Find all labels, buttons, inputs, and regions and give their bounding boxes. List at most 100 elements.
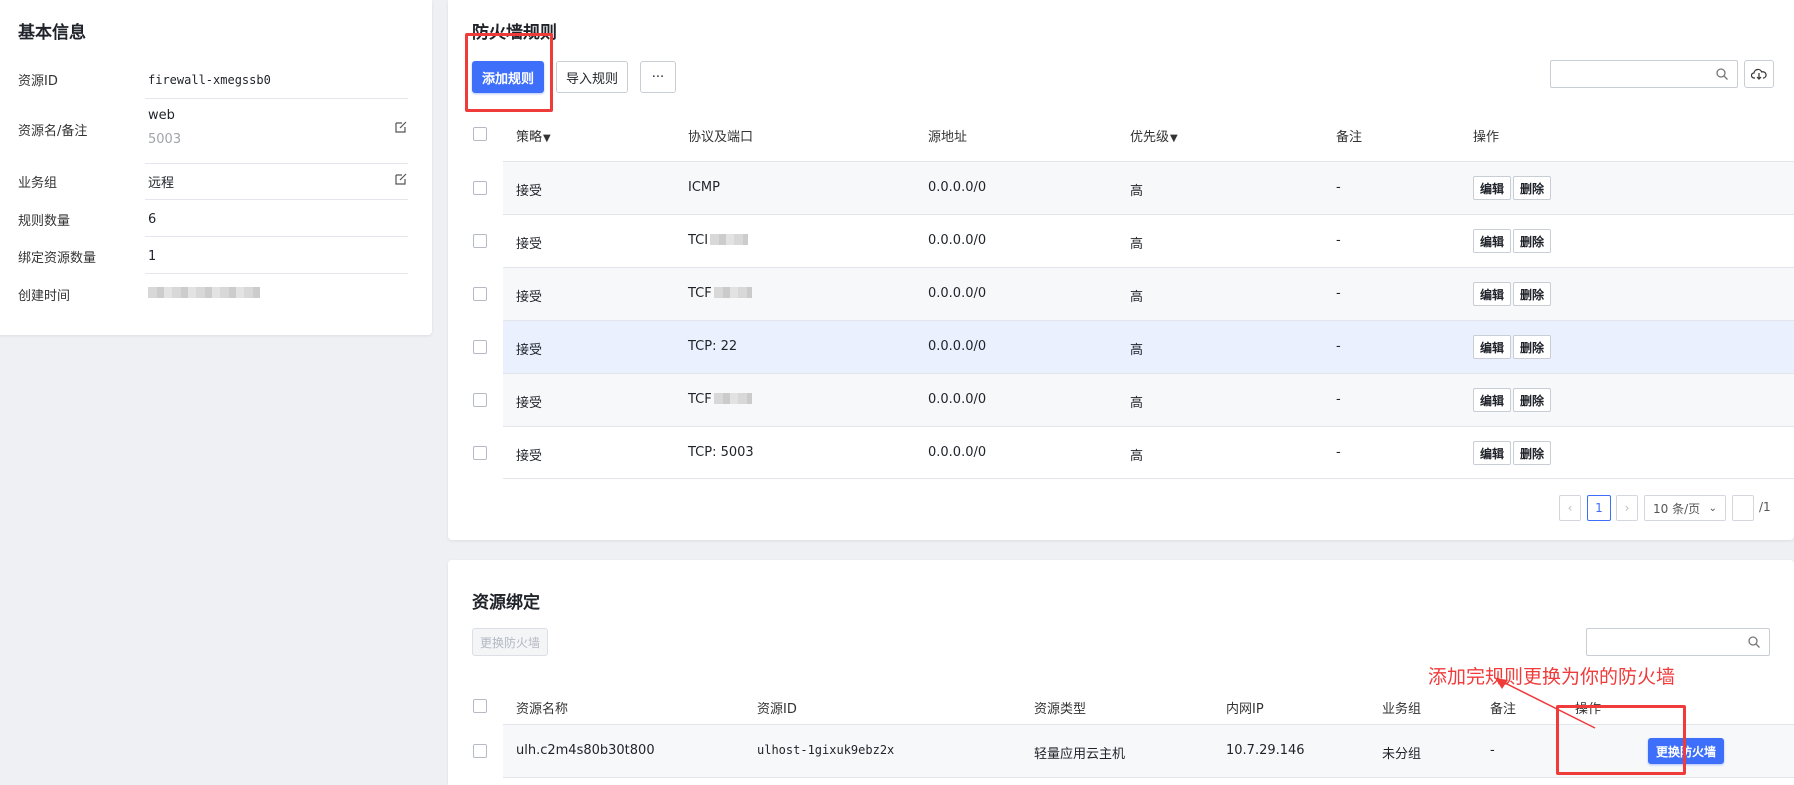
select-all-checkbox[interactable] bbox=[473, 699, 487, 713]
delete-rule-button[interactable]: 删除 bbox=[1513, 441, 1552, 465]
firewall-rules-card: 防火墙规则 添加规则 导入规则 ··· 策略▼ 协议及端口 源地址 优先级▼ 备… bbox=[448, 0, 1794, 540]
edit-rule-button[interactable]: 编辑 bbox=[1473, 335, 1512, 359]
col-private-ip: 内网IP bbox=[1226, 702, 1264, 717]
table-bottom-border bbox=[503, 478, 1794, 479]
col-policy[interactable]: 策略▼ bbox=[516, 126, 551, 145]
row-checkbox[interactable] bbox=[473, 446, 487, 460]
search-icon bbox=[1748, 636, 1760, 648]
basic-info-title: 基本信息 bbox=[18, 23, 86, 43]
rule-protocol-text: ICMP bbox=[688, 180, 720, 195]
divider bbox=[145, 98, 408, 99]
redacted-port bbox=[713, 287, 752, 298]
rule-note: - bbox=[1336, 392, 1341, 407]
rules-search-input[interactable] bbox=[1550, 60, 1738, 88]
row-checkbox[interactable] bbox=[473, 340, 487, 354]
col-resource-name: 资源名称 bbox=[516, 702, 569, 717]
change-firewall-button-disabled[interactable]: 更换防火墙 bbox=[472, 628, 548, 656]
info-row-resource-id: 资源ID firewall-xmegssb0 bbox=[18, 70, 408, 90]
delete-rule-button[interactable]: 删除 bbox=[1513, 282, 1552, 306]
col-protocol: 协议及端口 bbox=[688, 130, 754, 145]
info-value: 6 bbox=[148, 212, 157, 227]
col-priority[interactable]: 优先级▼ bbox=[1130, 126, 1178, 145]
next-page-button[interactable]: › bbox=[1616, 495, 1638, 521]
cloud-download-icon bbox=[1751, 68, 1767, 80]
search-icon bbox=[1716, 68, 1728, 80]
basic-info-card: 基本信息 资源ID firewall-xmegssb0 资源名/备注 web 5… bbox=[0, 0, 432, 335]
rule-protocol-text: TCI bbox=[688, 233, 709, 248]
info-key: 绑定资源数量 bbox=[18, 251, 97, 266]
divider bbox=[145, 273, 408, 274]
rule-protocol: TCP: 5003 bbox=[688, 445, 754, 460]
info-value-wrap: web 5003 bbox=[148, 108, 408, 147]
info-row-name: 资源名/备注 web 5003 bbox=[18, 108, 408, 148]
page-size-select[interactable]: 10 条/页 ⌄ bbox=[1644, 495, 1726, 521]
row-checkbox[interactable] bbox=[473, 744, 487, 758]
info-row-created: 创建时间 bbox=[18, 285, 408, 304]
edit-icon[interactable] bbox=[394, 120, 408, 134]
delete-rule-button[interactable]: 删除 bbox=[1513, 176, 1552, 200]
edit-icon[interactable] bbox=[394, 172, 408, 186]
info-value: web bbox=[148, 108, 175, 123]
col-source: 源地址 bbox=[928, 130, 968, 145]
rule-row: 接受 TCI 0.0.0.0/0 高 - 编辑 删除 bbox=[473, 214, 1794, 267]
change-firewall-button[interactable]: 更换防火墙 bbox=[1648, 738, 1724, 764]
info-row-group: 业务组 远程 bbox=[18, 172, 408, 191]
rule-protocol-text: TCP: 5003 bbox=[688, 445, 754, 460]
rule-note: - bbox=[1336, 286, 1341, 301]
delete-rule-button[interactable]: 删除 bbox=[1513, 388, 1552, 412]
rule-policy: 接受 bbox=[516, 237, 543, 252]
divider bbox=[145, 163, 408, 164]
col-group: 业务组 bbox=[1382, 702, 1422, 717]
rule-row: 接受 TCP: 5003 0.0.0.0/0 高 - 编辑 删除 bbox=[473, 426, 1794, 479]
rule-protocol: TCF bbox=[688, 286, 752, 301]
annotation-arrow-icon bbox=[1494, 677, 1596, 729]
edit-rule-button[interactable]: 编辑 bbox=[1473, 176, 1512, 200]
prev-page-button[interactable]: ‹ bbox=[1559, 495, 1581, 521]
chevron-down-icon: ⌄ bbox=[1708, 502, 1717, 514]
rule-row: 接受 TCF 0.0.0.0/0 高 - 编辑 删除 bbox=[473, 373, 1794, 426]
info-key: 资源名/备注 bbox=[18, 124, 88, 139]
edit-rule-button[interactable]: 编辑 bbox=[1473, 282, 1512, 306]
col-resource-id: 资源ID bbox=[757, 702, 797, 717]
edit-rule-button[interactable]: 编辑 bbox=[1473, 229, 1512, 253]
redacted-value bbox=[148, 287, 260, 298]
row-checkbox[interactable] bbox=[473, 287, 487, 301]
delete-rule-button[interactable]: 删除 bbox=[1513, 229, 1552, 253]
rule-note: - bbox=[1336, 445, 1341, 460]
private-ip: 10.7.29.146 bbox=[1226, 743, 1305, 758]
row-checkbox[interactable] bbox=[473, 234, 487, 248]
info-value: firewall-xmegssb0 bbox=[148, 72, 271, 87]
rule-protocol: ICMP bbox=[688, 180, 720, 195]
rule-note: - bbox=[1336, 339, 1341, 354]
page-1-button[interactable]: 1 bbox=[1587, 495, 1611, 521]
rule-protocol-text: TCF bbox=[688, 392, 712, 407]
add-rule-button[interactable]: 添加规则 bbox=[472, 61, 544, 93]
rule-protocol-text: TCP: 22 bbox=[688, 339, 738, 354]
rule-source: 0.0.0.0/0 bbox=[928, 392, 987, 407]
rule-protocol-text: TCF bbox=[688, 286, 712, 301]
rule-policy: 接受 bbox=[516, 449, 543, 464]
binding-row: ulh.c2m4s80b30t800 ulhost-1gixuk9ebz2x 轻… bbox=[473, 724, 1794, 777]
col-policy-label: 策略 bbox=[516, 130, 543, 145]
more-button[interactable]: ··· bbox=[640, 61, 676, 93]
row-checkbox[interactable] bbox=[473, 393, 487, 407]
row-checkbox[interactable] bbox=[473, 181, 487, 195]
rule-priority: 高 bbox=[1130, 184, 1144, 199]
filter-icon[interactable]: ▼ bbox=[1170, 133, 1178, 144]
import-rules-button[interactable]: 导入规则 bbox=[556, 61, 628, 93]
page-jump-input[interactable] bbox=[1732, 495, 1754, 521]
info-sub-value: 5003 bbox=[148, 132, 182, 147]
rule-source: 0.0.0.0/0 bbox=[928, 233, 987, 248]
info-row-rule-count: 规则数量 6 bbox=[18, 210, 408, 229]
info-key: 资源ID bbox=[18, 74, 58, 89]
download-button[interactable] bbox=[1744, 60, 1774, 88]
edit-rule-button[interactable]: 编辑 bbox=[1473, 441, 1512, 465]
binding-search-input[interactable] bbox=[1586, 628, 1770, 656]
filter-icon[interactable]: ▼ bbox=[543, 133, 551, 144]
select-all-checkbox[interactable] bbox=[473, 127, 487, 141]
rule-priority: 高 bbox=[1130, 237, 1144, 252]
edit-rule-button[interactable]: 编辑 bbox=[1473, 388, 1512, 412]
delete-rule-button[interactable]: 删除 bbox=[1513, 335, 1552, 359]
resource-type: 轻量应用云主机 bbox=[1034, 747, 1126, 762]
rule-policy: 接受 bbox=[516, 343, 543, 358]
